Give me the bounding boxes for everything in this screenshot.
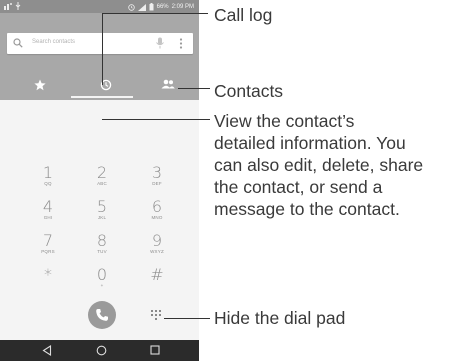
home-icon[interactable] xyxy=(96,345,107,356)
dial-key-1[interactable]: 1 QQ xyxy=(28,165,68,193)
star-icon xyxy=(34,79,46,91)
callout-view-info-line: detailed information. You xyxy=(214,133,406,153)
navigation-bar xyxy=(0,340,199,361)
dial-key-number: 3 xyxy=(151,163,163,182)
callout-line-view-info xyxy=(102,119,210,120)
dial-key-letters: JKL xyxy=(97,215,107,220)
callout-line-contacts xyxy=(178,88,210,89)
dial-key-number: 4 xyxy=(42,197,54,216)
selected-tab-indicator xyxy=(71,96,133,98)
callout-view-info-line: the contact, or send a xyxy=(214,177,383,197)
dial-key-7[interactable]: 7 PQRS xyxy=(28,233,68,261)
dial-key-star[interactable]: * xyxy=(28,267,68,295)
dial-key-3[interactable]: 3 DEF xyxy=(137,165,177,193)
dial-key-number: 0 xyxy=(96,265,108,284)
callout-line-hide-dialpad xyxy=(164,318,210,319)
notification-icon xyxy=(4,2,12,10)
dial-key-hash[interactable]: # xyxy=(137,267,177,295)
tab-contacts[interactable] xyxy=(134,75,199,97)
battery-icon xyxy=(149,3,154,11)
mic-icon[interactable] xyxy=(155,37,165,49)
dial-key-5[interactable]: 5 JKL xyxy=(82,199,122,227)
dial-key-number: 7 xyxy=(42,231,54,250)
callout-view-info: View the contact’s detailed information.… xyxy=(214,110,423,220)
signal-icon xyxy=(137,3,146,11)
dial-key-letters: MNO xyxy=(151,215,163,220)
callout-view-info-line: can also edit, delete, share xyxy=(214,155,424,175)
search-bar[interactable]: Search contacts xyxy=(7,33,193,54)
dial-key-6[interactable]: 6 MNO xyxy=(137,199,177,227)
dial-key-number: 9 xyxy=(151,231,163,250)
callout-line-call-log xyxy=(102,13,208,14)
callout-view-info-line: message to the contact. xyxy=(214,199,400,219)
dial-key-letters: + xyxy=(100,283,104,288)
alarm-icon xyxy=(127,3,135,11)
dial-key-number: 8 xyxy=(96,231,108,250)
dial-key-letters: ABC xyxy=(97,181,107,186)
tab-call-log[interactable] xyxy=(73,75,139,97)
dial-key-letters: PQRS xyxy=(41,249,55,254)
callout-contacts: Contacts xyxy=(214,81,284,101)
callout-line-call-log xyxy=(102,13,103,85)
back-icon[interactable] xyxy=(42,345,52,356)
callout-view-info-line: View the contact’s xyxy=(214,111,355,131)
dial-key-0[interactable]: 0 + xyxy=(82,267,122,295)
dial-key-number: * xyxy=(44,265,52,284)
dial-key-9[interactable]: 9 WXYZ xyxy=(137,233,177,261)
more-options-icon[interactable] xyxy=(179,38,183,49)
phone-icon xyxy=(96,309,108,321)
callout-call-log: Call log xyxy=(214,5,273,25)
status-time: 2:09 PM xyxy=(171,4,194,10)
search-input[interactable]: Search contacts xyxy=(32,39,75,45)
dial-key-8[interactable]: 8 TUV xyxy=(82,233,122,261)
dial-key-letters: DEF xyxy=(152,181,162,186)
dial-key-2[interactable]: 2 ABC xyxy=(82,165,122,193)
dial-key-number: 5 xyxy=(96,197,108,216)
tab-favorites[interactable] xyxy=(7,75,73,97)
dial-key-4[interactable]: 4 GHI xyxy=(28,199,68,227)
people-icon xyxy=(161,79,175,89)
recent-apps-icon[interactable] xyxy=(150,345,160,355)
search-icon xyxy=(13,38,23,48)
dial-key-number: 1 xyxy=(42,163,54,182)
dialpad-icon[interactable] xyxy=(150,309,162,321)
phone-screen: 66% 2:09 PM Search contacts 1 QQ 2 ABC 3 DE… xyxy=(0,0,199,361)
dial-key-letters: GHI xyxy=(43,215,53,220)
dial-key-letters: QQ xyxy=(44,181,52,186)
callout-hide-dialpad: Hide the dial pad xyxy=(214,308,346,328)
battery-percent: 66% xyxy=(156,4,169,10)
call-button[interactable] xyxy=(88,301,116,329)
dial-key-letters: WXYZ xyxy=(150,249,164,254)
dial-key-number: 2 xyxy=(96,163,108,182)
usb-icon xyxy=(15,2,21,10)
dial-key-number: 6 xyxy=(151,197,163,216)
dial-key-number: # xyxy=(150,265,164,284)
status-bar: 66% 2:09 PM xyxy=(0,0,199,13)
dial-key-letters: TUV xyxy=(97,249,107,254)
